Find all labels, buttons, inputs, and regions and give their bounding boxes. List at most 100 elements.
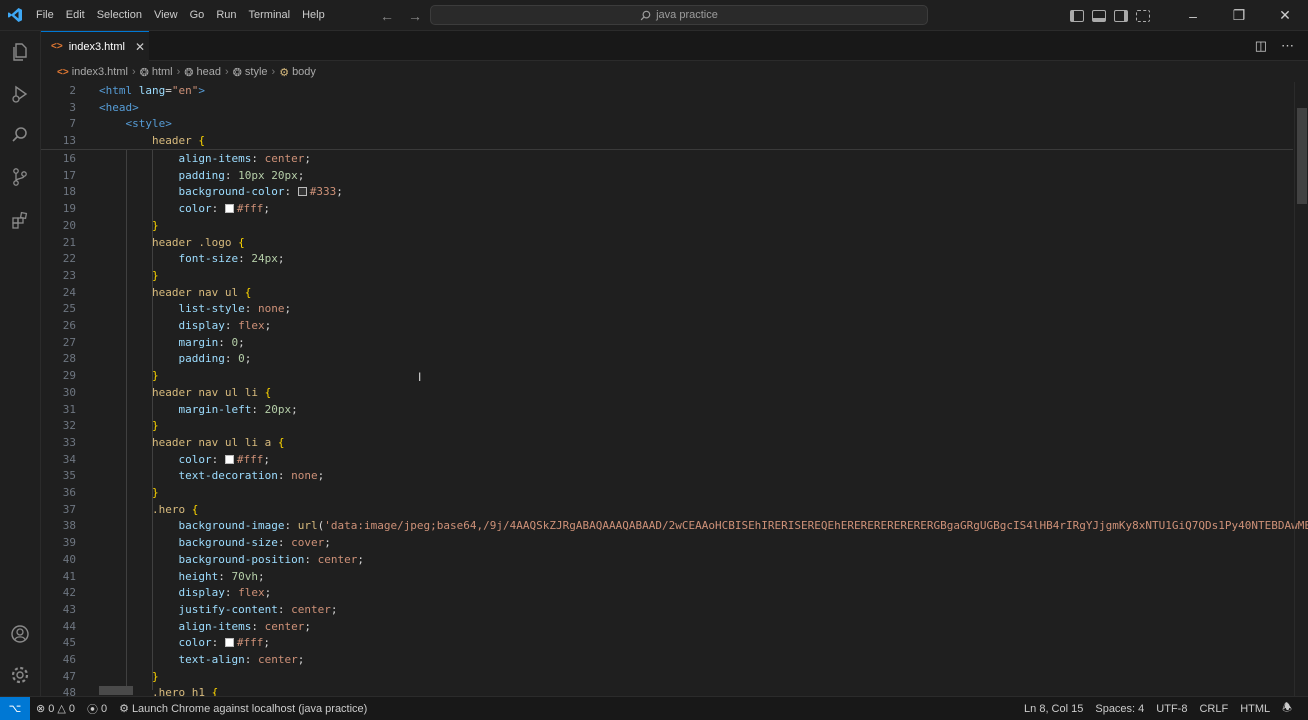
code-line[interactable]: 23} [41,267,1293,284]
extensions-icon[interactable] [9,209,31,231]
menu-terminal[interactable]: Terminal [243,0,297,31]
code-line[interactable]: 36} [41,484,1293,501]
cursor-position[interactable]: Ln 8, Col 15 [1018,703,1089,715]
account-icon[interactable] [9,623,31,645]
code-line[interactable]: 46 text-align: center; [41,651,1293,668]
menu-view[interactable]: View [148,0,184,31]
minimize-icon[interactable]: – [1170,0,1216,31]
code-line[interactable]: 20} [41,217,1293,234]
code-line[interactable]: 19 color: #fff; [41,200,1293,217]
menu-edit[interactable]: Edit [60,0,91,31]
split-editor-icon[interactable]: ◫ [1255,38,1267,54]
menu-file[interactable]: File [30,0,60,31]
code-line[interactable]: 22 font-size: 24px; [41,250,1293,267]
breadcrumb-style[interactable]: ❂ style [233,66,268,79]
code-line[interactable]: 33 header nav ul li a { [41,434,1293,451]
breadcrumb-file[interactable]: <> index3.html [57,66,128,78]
code-line[interactable]: 3 <head> [41,99,1293,116]
code-line[interactable]: 26 display: flex; [41,317,1293,334]
explorer-icon[interactable] [9,41,31,63]
toggle-secondary-sidebar-icon[interactable] [1114,9,1128,22]
code-line[interactable]: 44 align-items: center; [41,618,1293,635]
code-line[interactable]: 34 color: #fff; [41,451,1293,468]
code-line[interactable]: 16 align-items: center; [41,150,1293,167]
code-line[interactable]: 25 list-style: none; [41,300,1293,317]
breadcrumb-html[interactable]: ❂ html [140,66,173,79]
ports-indicator[interactable]: ⦿ 0 [81,701,113,717]
code-line[interactable]: 2 <html lang="en"> [41,82,1293,99]
code-text: justify-content: center; [178,602,338,616]
line-number: 20 [62,218,76,232]
code-text: color: #fff; [178,452,271,466]
code-line[interactable]: 27 margin: 0; [41,334,1293,351]
vertical-scrollbar[interactable] [1294,82,1308,696]
code-line[interactable]: 47} [41,668,1293,685]
close-window-icon[interactable]: ✕ [1262,0,1308,31]
code-line[interactable]: 28 padding: 0; [41,350,1293,367]
code-line[interactable]: 39 background-size: cover; [41,534,1293,551]
code-line[interactable]: 40 background-position: center; [41,551,1293,568]
problems-indicator[interactable]: ⊗ 0 △ 0 [30,702,81,716]
code-line[interactable]: 45 color: #fff; [41,634,1293,651]
end-of-line[interactable]: CRLF [1193,703,1234,715]
code-editor[interactable]: 2 <html lang="en"> 3 <head> 7 <style> 13 header… [41,82,1308,696]
customize-layout-icon[interactable] [1136,9,1150,22]
code-line[interactable]: 37 .hero { [41,501,1293,518]
code-line[interactable]: 24 header nav ul { [41,284,1293,301]
code-line[interactable]: 13 header { [41,132,1293,149]
code-text: .hero h1 { [152,686,219,696]
code-line[interactable]: 32} [41,417,1293,434]
menu-help[interactable]: Help [296,0,331,31]
line-number: 18 [62,185,76,199]
code-text: header .logo { [152,235,245,249]
tab-index3-html[interactable]: <> index3.html ✕ [41,31,149,61]
code-text: align-items: center; [178,619,311,633]
remote-indicator-icon[interactable]: ⌥ [0,697,30,720]
code-line[interactable]: 38 background-image: url('data:image/jpeg… [41,517,1308,534]
menu-run[interactable]: Run [210,0,242,31]
indentation[interactable]: Spaces: 4 [1089,703,1150,715]
menu-go[interactable]: Go [184,0,211,31]
source-control-icon[interactable] [9,166,31,188]
code-line[interactable]: 31 margin-left: 20px; [41,401,1293,418]
code-text: color: #fff; [178,636,271,650]
encoding[interactable]: UTF-8 [1150,703,1193,715]
line-number: 36 [62,486,76,499]
menu-selection[interactable]: Selection [91,0,148,31]
line-number: 2 [69,84,76,97]
line-number: 24 [62,285,76,299]
scrollbar-thumb[interactable] [1297,108,1307,204]
language-mode[interactable]: HTML [1234,703,1276,715]
settings-gear-icon[interactable] [9,664,31,686]
code-line[interactable]: 48 .hero h1 { [41,684,1293,696]
more-actions-icon[interactable]: ⋯ [1281,38,1294,54]
restore-icon[interactable]: ❐ [1216,0,1262,31]
code-line[interactable]: 17 padding: 10px 20px; [41,167,1293,184]
run-debug-icon[interactable] [9,83,31,105]
sticky-scroll-header[interactable]: 2 <html lang="en"> 3 <head> 7 <style> 13 header… [41,82,1293,150]
forward-arrow-icon[interactable]: → [408,8,422,24]
code-line[interactable]: 43 justify-content: center; [41,601,1293,618]
notifications-bell-icon[interactable]: 🕭 [1276,699,1298,718]
code-line[interactable]: 18 background-color: #333; [41,183,1293,200]
code-line[interactable]: 7 <style> [41,115,1293,132]
error-count: 0 [48,702,55,715]
debug-launch-config[interactable]: ⚙ Launch Chrome against localhost (java p… [113,702,373,716]
horizontal-scrollbar[interactable] [99,686,133,695]
code-line[interactable]: 29} [41,367,1293,384]
toggle-primary-sidebar-icon[interactable] [1070,9,1084,22]
search-sidebar-icon[interactable] [9,124,31,146]
toggle-panel-icon[interactable] [1092,9,1106,22]
code-line[interactable]: 42 display: flex; [41,584,1293,601]
command-center-search[interactable]: java practice [430,5,928,25]
line-number: 22 [62,252,76,266]
code-line[interactable]: 35 text-decoration: none; [41,467,1293,484]
code-line[interactable]: 21 header .logo { [41,234,1293,251]
code-line[interactable]: 30 header nav ul li { [41,384,1293,401]
breadcrumb-body[interactable]: ⚙ body [279,66,316,79]
code-line[interactable]: 41 height: 70vh; [41,568,1293,585]
breadcrumb-head[interactable]: ❂ head [184,66,221,79]
back-arrow-icon[interactable]: ← [380,8,394,24]
close-icon[interactable]: ✕ [135,40,145,54]
line-number: 43 [62,602,76,616]
